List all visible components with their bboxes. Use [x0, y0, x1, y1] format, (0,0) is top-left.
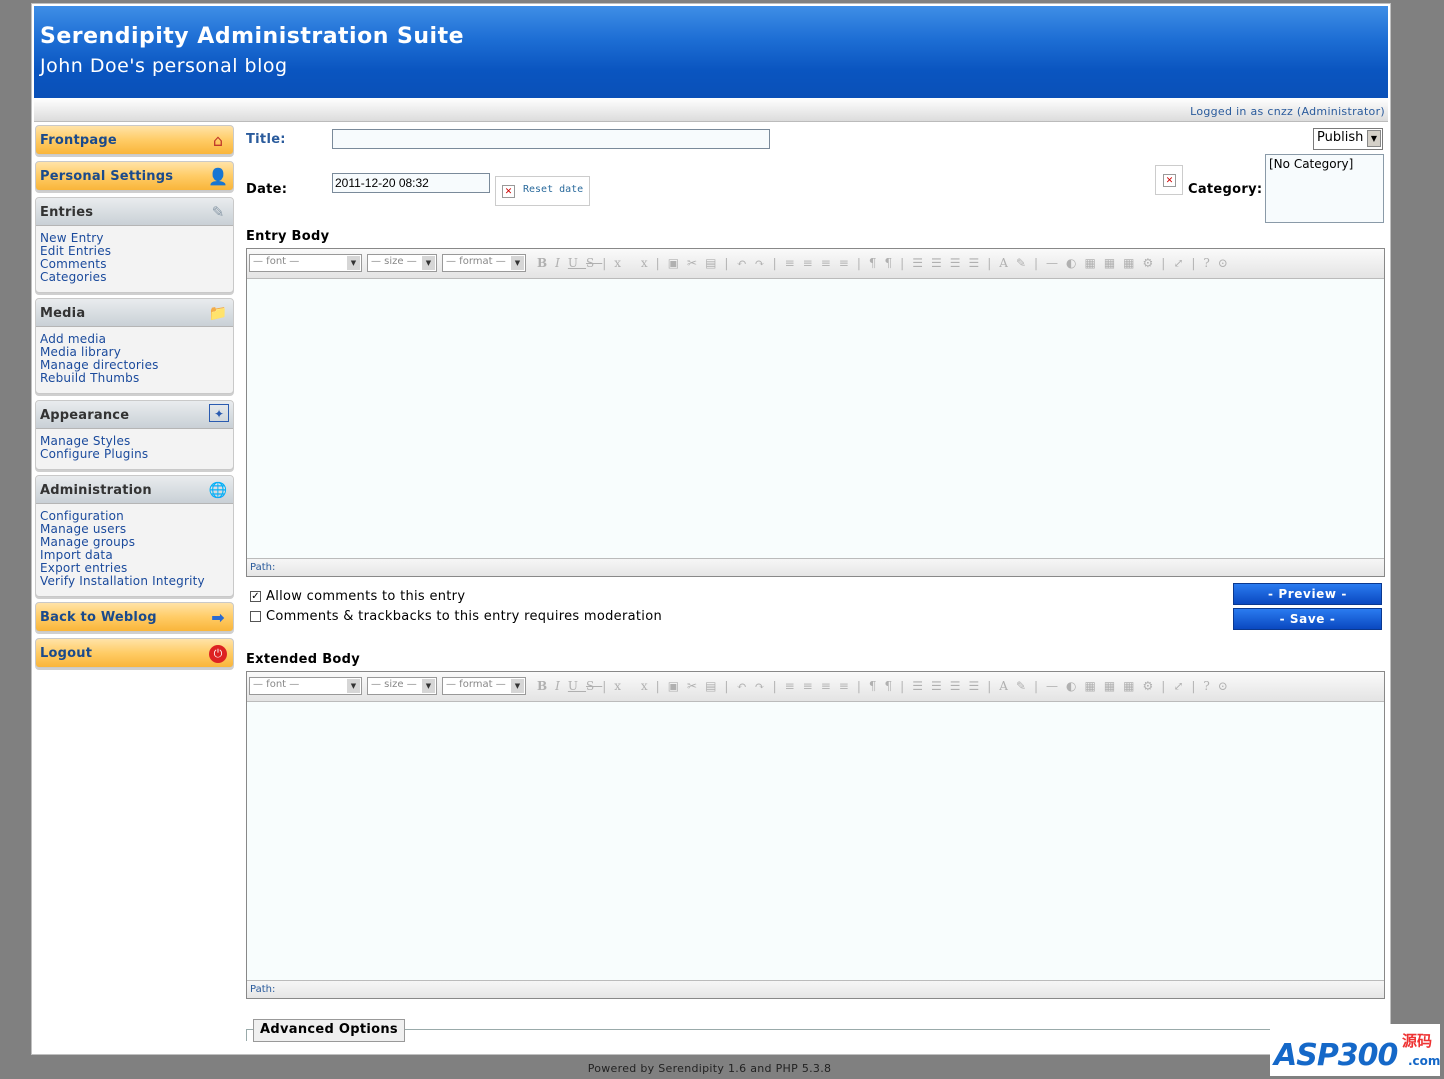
- nav-administration-title: Administration: [40, 483, 152, 498]
- advanced-options-toggle[interactable]: Advanced Options: [253, 1019, 405, 1042]
- size-select[interactable]: — size — ▼: [367, 254, 437, 272]
- chevron-down-icon: ▼: [511, 679, 524, 693]
- nav-media-box: Media 📁 Add media Media library Manage d…: [35, 298, 234, 394]
- entry-body-toolbar: — font — ▼ — size — ▼ — format — ▼ BIUS|x x…: [247, 249, 1384, 279]
- arrow-right-icon: ➡: [211, 608, 225, 627]
- date-input[interactable]: [332, 173, 490, 193]
- entries-icon: ✎: [211, 203, 225, 221]
- status-select-value: Publish: [1317, 130, 1364, 145]
- extended-body-path: Path:: [247, 980, 1384, 998]
- font-select[interactable]: — font — ▼: [249, 254, 362, 272]
- nav-logout-button[interactable]: Logout ⏻: [35, 638, 234, 668]
- size-select[interactable]: — size — ▼: [367, 677, 437, 695]
- moderation-checkbox[interactable]: [250, 611, 261, 622]
- category-image-placeholder: ✕: [1155, 165, 1183, 195]
- font-select[interactable]: — font — ▼: [249, 677, 362, 695]
- nav-configure-plugins-link[interactable]: Configure Plugins: [40, 448, 233, 461]
- font-select-label: — font —: [253, 256, 300, 267]
- extended-body-editor[interactable]: — font — ▼ — size — ▼ — format — ▼ BIUS|x x…: [246, 671, 1385, 999]
- reset-date-button[interactable]: ✕ Reset date: [495, 176, 590, 206]
- save-button[interactable]: - Save -: [1233, 608, 1382, 630]
- date-label: Date:: [246, 182, 288, 197]
- entry-body-editor[interactable]: — font — ▼ — size — ▼ — format — ▼ BIUS|x x…: [246, 248, 1385, 577]
- nav-frontpage-button[interactable]: Frontpage ⌂: [35, 125, 234, 155]
- format-select[interactable]: — format — ▼: [442, 677, 526, 695]
- nav-back-to-weblog-label: Back to Weblog: [40, 610, 157, 625]
- header-banner: Serendipity Administration Suite John Do…: [34, 6, 1388, 98]
- entry-body-path: Path:: [247, 558, 1384, 576]
- nav-appearance-title: Appearance: [40, 408, 130, 423]
- suite-title: Serendipity Administration Suite: [40, 24, 465, 49]
- nav-personal-settings-button[interactable]: Personal Settings 👤: [35, 161, 234, 191]
- format-select-label: — format —: [446, 679, 506, 690]
- chevron-down-icon: ▼: [511, 256, 524, 270]
- footer-powered-by: Powered by Serendipity 1.6 and PHP 5.3.8: [587, 1062, 832, 1075]
- title-label: Title:: [246, 132, 286, 147]
- entry-body-label: Entry Body: [246, 229, 330, 244]
- power-icon: ⏻: [209, 645, 227, 663]
- nav-entries-box: Entries ✎ New Entry Edit Entries Comment…: [35, 197, 234, 293]
- broken-image-icon: ✕: [1163, 174, 1176, 187]
- globe-icon: 🌐: [208, 481, 228, 499]
- category-option[interactable]: [No Category]: [1269, 157, 1353, 171]
- chevron-down-icon: ▼: [347, 679, 360, 693]
- size-select-label: — size —: [371, 256, 417, 267]
- admin-page: Serendipity Administration Suite John Do…: [31, 3, 1391, 1055]
- status-select[interactable]: Publish ▼: [1313, 128, 1383, 150]
- watermark-brand: ASP300: [1274, 1038, 1398, 1073]
- format-select[interactable]: — format — ▼: [442, 254, 526, 272]
- nav-back-to-weblog-button[interactable]: Back to Weblog ➡: [35, 602, 234, 632]
- home-icon: ⌂: [212, 131, 224, 150]
- chevron-down-icon: ▼: [1367, 130, 1381, 147]
- nav-entries-title: Entries: [40, 205, 94, 220]
- nav-administration-header: Administration 🌐: [36, 476, 233, 504]
- extended-body-label: Extended Body: [246, 652, 361, 667]
- user-icon: 👤: [208, 167, 228, 186]
- allow-comments-label: Allow comments to this entry: [266, 589, 466, 604]
- nav-appearance-box: Appearance ✦ Manage Styles Configure Plu…: [35, 400, 234, 470]
- nav-logout-label: Logout: [40, 646, 93, 661]
- nav-verify-integrity-link[interactable]: Verify Installation Integrity: [40, 575, 233, 588]
- nav-media-title: Media: [40, 306, 86, 321]
- formatting-buttons[interactable]: BIUS|x x|▣✂▤|↶↷|≡≡≡≡|¶¶|☰☰☰☰|A✎|—◐▦▦▦⚙|⤢…: [537, 679, 1236, 693]
- size-select-label: — size —: [371, 679, 417, 690]
- title-input[interactable]: [332, 129, 770, 149]
- chevron-down-icon: ▼: [422, 679, 435, 693]
- nav-rebuild-thumbs-link[interactable]: Rebuild Thumbs: [40, 372, 233, 385]
- extended-body-toolbar: — font — ▼ — size — ▼ — format — ▼ BIUS|x x…: [247, 672, 1384, 702]
- reset-date-label: Reset date: [523, 184, 584, 195]
- nav-entries-header: Entries ✎: [36, 198, 233, 226]
- nav-appearance-header: Appearance ✦: [36, 401, 233, 429]
- moderation-label: Comments & trackbacks to this entry requ…: [266, 609, 662, 624]
- nav-frontpage-label: Frontpage: [40, 133, 117, 148]
- login-status: Logged in as cnzz (Administrator): [34, 98, 1388, 122]
- blog-title: John Doe's personal blog: [40, 55, 288, 77]
- category-label: Category:: [1188, 182, 1263, 197]
- formatting-buttons[interactable]: BIUS|x x|▣✂▤|↶↷|≡≡≡≡|¶¶|☰☰☰☰|A✎|—◐▦▦▦⚙|⤢…: [537, 256, 1236, 270]
- format-select-label: — format —: [446, 256, 506, 267]
- watermark-domain: .com: [1408, 1054, 1441, 1068]
- nav-administration-box: Administration 🌐 Configuration Manage us…: [35, 475, 234, 597]
- advanced-options-rule-left: [246, 1029, 247, 1041]
- chevron-down-icon: ▼: [422, 256, 435, 270]
- reset-icon: ✕: [502, 185, 515, 198]
- nav-categories-link[interactable]: Categories: [40, 271, 233, 284]
- category-listbox[interactable]: [No Category]: [1265, 154, 1384, 223]
- nav-media-header: Media 📁: [36, 299, 233, 327]
- nav-personal-settings-label: Personal Settings: [40, 169, 174, 184]
- allow-comments-checkbox[interactable]: ✓: [250, 591, 261, 602]
- preview-button[interactable]: - Preview -: [1233, 583, 1382, 605]
- folder-icon: 📁: [208, 304, 228, 322]
- chevron-down-icon: ▼: [347, 256, 360, 270]
- appearance-icon: ✦: [209, 404, 229, 422]
- watermark-suffix: 源码: [1402, 1032, 1433, 1050]
- watermark-logo: ASP300 源码 .com: [1270, 1024, 1440, 1076]
- font-select-label: — font —: [253, 679, 300, 690]
